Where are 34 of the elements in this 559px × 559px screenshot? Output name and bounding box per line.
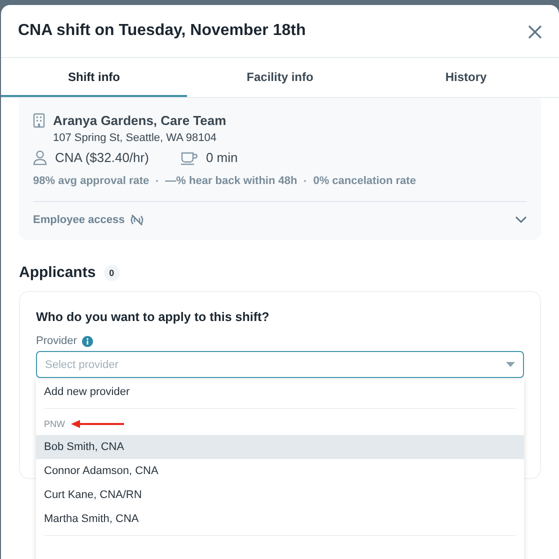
stat-text: —% hear back within 48h	[165, 175, 298, 187]
close-icon	[528, 25, 542, 39]
chevron-down-icon	[515, 216, 527, 224]
no-signal-icon	[130, 214, 144, 226]
break-duration: 0 min	[206, 150, 238, 165]
facility-name: Aranya Gardens, Care Team	[53, 113, 226, 128]
separator-dot	[304, 180, 306, 182]
facility-address: 107 Spring St, Seattle, WA 98104	[53, 132, 218, 144]
building-icon	[33, 113, 45, 128]
menu-item[interactable]: Bob Smith, CNA	[36, 435, 524, 459]
field-label: Provider	[36, 335, 77, 347]
menu-item[interactable]: Curt Kane, CNA/RN	[36, 483, 524, 507]
dialog-title: CNA shift on Tuesday, November 18th	[18, 22, 306, 40]
tab[interactable]: History	[373, 58, 559, 97]
expand-button[interactable]	[515, 216, 527, 224]
menu-item[interactable]: Connor Adamson, CNA	[36, 459, 524, 483]
person-icon	[33, 150, 47, 165]
dropdown-caret-icon	[506, 362, 515, 367]
cup-icon	[180, 150, 198, 164]
arrow-icon	[71, 420, 125, 428]
close-button[interactable]	[528, 25, 542, 39]
menu-item[interactable]: Add new provider	[36, 380, 524, 404]
stat-text: 98% avg approval rate	[33, 175, 150, 187]
separator-dot	[156, 180, 158, 182]
tab[interactable]: Facility info	[187, 58, 373, 97]
info-icon	[82, 336, 93, 346]
count-badge: 0	[104, 264, 120, 280]
section-title: Applicants	[19, 264, 96, 281]
question-text: Who do you want to apply to this shift?	[36, 310, 270, 324]
employee-access-label: Employee access	[33, 214, 125, 226]
role-rate: CNA ($32.40/hr)	[55, 150, 149, 165]
group-label: PNW	[44, 419, 65, 429]
menu-item[interactable]: Martha Smith, CNA	[36, 507, 524, 531]
stat-text: 0% cancelation rate	[313, 175, 416, 187]
